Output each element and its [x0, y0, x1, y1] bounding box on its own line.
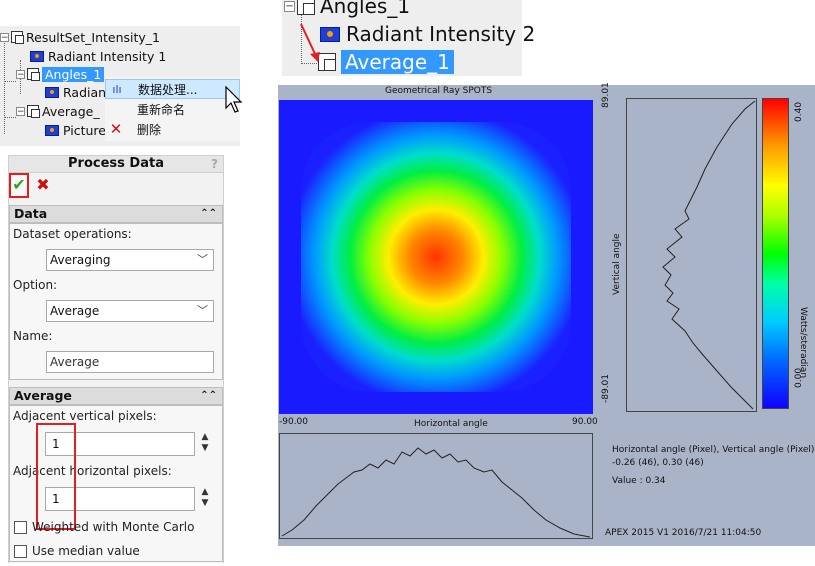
- radiant-intensity-icon: [30, 50, 44, 62]
- cancel-button[interactable]: ✖: [34, 175, 52, 195]
- collapse-toggle[interactable]: −: [16, 69, 25, 79]
- red-arrow-icon: [300, 23, 320, 62]
- tree-item-radiant1[interactable]: Radiant Intensity 1: [30, 47, 166, 65]
- name-label: Name:: [13, 329, 53, 343]
- vertical-pixels-label: Adjacent vertical pixels:: [13, 409, 157, 423]
- dataset-icon: [27, 68, 40, 81]
- tree-item-angles[interactable]: − Angles_1: [16, 65, 105, 83]
- chevron-down-icon: ﹀: [197, 253, 208, 266]
- tree-item-radiant2-zoom[interactable]: Radiant Intensity 2: [320, 22, 535, 46]
- info-value: Value : 0.34: [612, 476, 666, 486]
- vertical-profile[interactable]: [626, 98, 757, 412]
- menu-item-delete[interactable]: ✕ 删除: [105, 119, 240, 139]
- horizontal-profile[interactable]: [279, 433, 593, 539]
- tree-item-angles-zoom[interactable]: − Angles_1: [284, 0, 410, 18]
- median-value-label: Use median value: [32, 544, 140, 558]
- menu-item-rename[interactable]: 重新命名: [105, 99, 240, 119]
- help-icon[interactable]: ?: [211, 156, 218, 172]
- process-data-icon: ılı: [112, 82, 122, 96]
- collapse-toggle[interactable]: −: [284, 0, 295, 12]
- radiant-intensity-icon: [45, 124, 59, 136]
- dataset-icon: [297, 0, 315, 15]
- horizontal-spinner-buttons[interactable]: ▲ ▼: [198, 487, 212, 511]
- colorbar-max-label: 0.40: [794, 101, 804, 122]
- name-input[interactable]: Average: [46, 351, 214, 373]
- dataset-operations-dropdown[interactable]: Averaging ﹀: [46, 249, 214, 271]
- collapse-chevron-icon[interactable]: ⌃⌃: [200, 206, 217, 222]
- colorbar-unit-label: Watts/steradian: [798, 307, 808, 379]
- dataset-icon: [11, 31, 24, 44]
- tree-item-average-zoom[interactable]: Average_1: [318, 50, 454, 74]
- mouse-cursor-icon: [225, 86, 243, 113]
- v-max-label: 89.01: [601, 82, 611, 108]
- viewer-title: Geometrical Ray SPOTS: [385, 86, 493, 96]
- h-max-label: 90.00: [572, 417, 598, 427]
- radiant-intensity-icon: [45, 86, 59, 98]
- tree-item-resultset[interactable]: − ResultSet_Intensity_1: [0, 28, 160, 46]
- median-value-checkbox[interactable]: [14, 545, 27, 558]
- chevron-down-icon: ﹀: [197, 304, 208, 317]
- info-line-2: -0.26 (46), 0.30 (46): [612, 458, 704, 468]
- v-min-label: -89.01: [601, 373, 611, 403]
- h-min-label: -90.00: [279, 417, 309, 427]
- h-axis-label: Horizontal angle: [414, 419, 488, 429]
- spot-viewer: Geometrical Ray SPOTS 89.01 -89.01 Verti…: [278, 82, 815, 546]
- data-section-header[interactable]: Data ⌃⌃: [9, 205, 223, 223]
- highlight-box: [36, 423, 76, 530]
- context-menu: ılı 数据处理... 重新命名 ✕ 删除: [105, 77, 240, 141]
- weighted-monte-carlo-checkbox[interactable]: [14, 521, 27, 534]
- process-data-title-bar: Process Data ?: [8, 155, 224, 173]
- collapse-toggle[interactable]: −: [16, 106, 25, 116]
- info-line-1: Horizontal angle (Pixel), Vertical angle…: [612, 445, 815, 455]
- viewer-footer: APEX 2015 V1 2016/7/21 11:04:50: [605, 528, 762, 538]
- vertical-spinner-buttons[interactable]: ▲ ▼: [198, 432, 212, 456]
- collapse-toggle[interactable]: −: [0, 32, 9, 42]
- option-label: Option:: [13, 278, 58, 292]
- weighted-monte-carlo-label: Weighted with Monte Carlo: [32, 520, 195, 534]
- dataset-operations-label: Dataset operations:: [13, 227, 132, 241]
- ok-button[interactable]: ✔: [9, 173, 29, 198]
- tree-item-radian[interactable]: Radian: [45, 83, 106, 101]
- spot-heatmap[interactable]: [279, 100, 593, 414]
- delete-icon: ✕: [109, 120, 123, 138]
- average-section-header[interactable]: Average ⌃⌃: [9, 387, 223, 405]
- tree-item-average[interactable]: − Average_: [16, 102, 100, 120]
- dataset-icon: [27, 105, 40, 118]
- menu-item-process-data[interactable]: ılı 数据处理...: [105, 79, 240, 99]
- colorbar: [762, 98, 789, 409]
- option-dropdown[interactable]: Average ﹀: [46, 300, 214, 322]
- v-axis-label: Vertical angle: [612, 233, 622, 295]
- collapse-chevron-icon[interactable]: ⌃⌃: [200, 388, 217, 404]
- tree-item-picture[interactable]: Picture: [45, 121, 106, 139]
